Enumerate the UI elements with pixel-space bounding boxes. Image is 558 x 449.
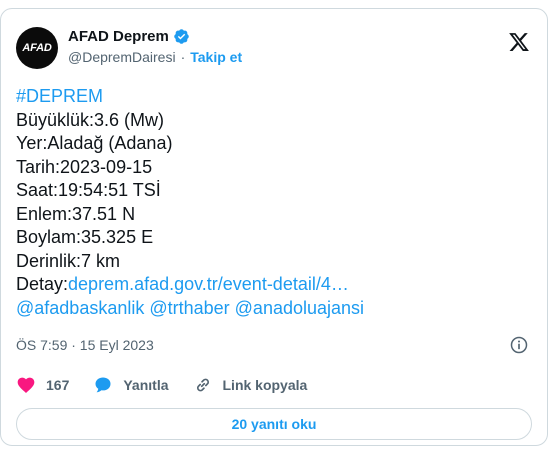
tweet-body: #DEPREM Büyüklük:3.6 (Mw) Yer:Aladağ (Ad…	[16, 85, 536, 320]
like-count: 167	[46, 377, 70, 393]
info-icon[interactable]	[509, 335, 529, 355]
reply-label: Yanıtla	[123, 377, 169, 393]
avatar-logo-text: AFAD	[22, 42, 52, 54]
depth-line: Derinlik:7 km	[16, 250, 121, 271]
mentions-links[interactable]: @afadbaskanlik @trthaber @anadoluajansi	[16, 297, 536, 321]
follow-button[interactable]: Takip et	[190, 49, 242, 65]
x-logo-icon[interactable]	[508, 31, 530, 53]
tweet-timestamp[interactable]: ÖS 7:59 · 15 Eyl 2023	[16, 337, 154, 353]
hashtag-link[interactable]: #DEPREM	[16, 85, 536, 109]
time-line: Saat:19:54:51 TSİ	[16, 180, 161, 200]
date-line: Tarih:2023-09-15	[16, 156, 153, 177]
read-replies-button[interactable]: 20 yanıtı oku	[16, 408, 532, 440]
author-name-row: AFAD Deprem	[68, 28, 190, 45]
avatar[interactable]: AFAD	[16, 27, 58, 69]
heart-icon	[17, 377, 35, 393]
action-bar: 167 Yanıtla Link kopyala	[16, 375, 331, 395]
separator-dot: ·	[180, 49, 186, 65]
copy-link-label: Link kopyala	[222, 377, 308, 393]
detail-line: Detay:deprem.afad.gov.tr/event-detail/4…	[16, 273, 536, 297]
reply-button[interactable]: Yanıtla	[93, 375, 169, 395]
tweet-card: AFAD AFAD Deprem @DepremDairesi · Takip …	[0, 8, 548, 446]
latitude-line: Enlem:37.51 N	[16, 203, 136, 224]
verified-badge-icon	[174, 29, 189, 44]
longitude-line: Boylam:35.325 E	[16, 227, 154, 247]
location-line: Yer:Aladağ (Adana)	[16, 133, 173, 153]
detail-link[interactable]: deprem.afad.gov.tr/event-detail/4…	[68, 274, 349, 294]
magnitude-line: Büyüklük:3.6 (Mw)	[16, 109, 165, 130]
author-name[interactable]: AFAD Deprem	[68, 28, 169, 45]
detail-prefix: Detay:	[16, 274, 69, 294]
read-replies-label: 20 yanıtı oku	[231, 416, 317, 432]
like-button[interactable]: 167	[16, 375, 69, 395]
reply-bubble-icon	[95, 377, 111, 393]
author-handle-row: @DepremDairesi · Takip et	[68, 49, 242, 65]
author-handle[interactable]: @DepremDairesi	[68, 49, 176, 65]
copy-link-button[interactable]: Link kopyala	[193, 375, 308, 395]
link-icon	[196, 378, 209, 392]
